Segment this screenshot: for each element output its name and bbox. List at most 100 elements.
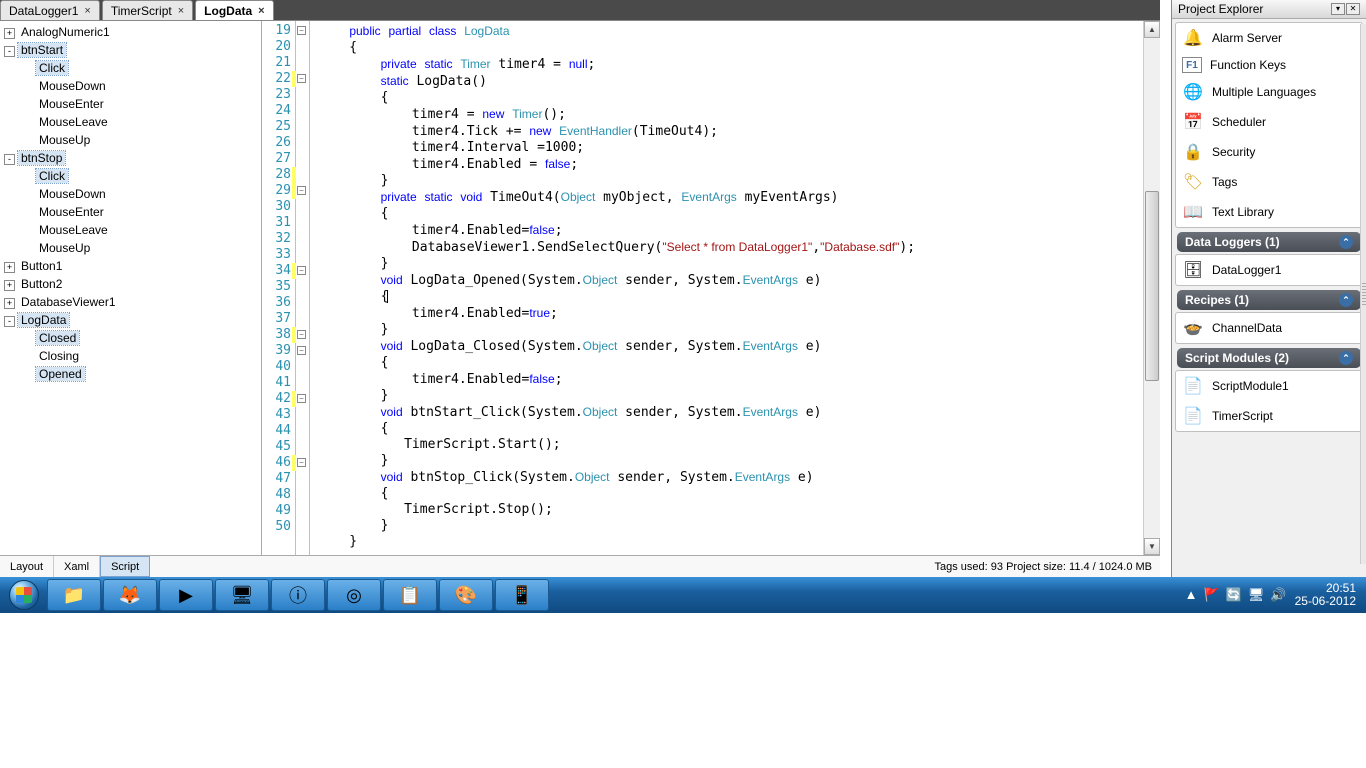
scroll-up-button[interactable]: ▲ — [1144, 21, 1160, 38]
chevron-up-icon[interactable]: ⌃ — [1339, 235, 1353, 249]
tree-item[interactable]: MouseDown — [22, 77, 257, 95]
tree-item[interactable]: +AnalogNumeric1 — [4, 23, 257, 41]
group-header[interactable]: Recipes (1)⌃ — [1177, 290, 1361, 310]
outline-tree[interactable]: +AnalogNumeric1-btnStartClickMouseDownMo… — [0, 21, 262, 555]
document-tab[interactable]: DataLogger1× — [0, 0, 100, 20]
document-tab[interactable]: TimerScript× — [102, 0, 193, 20]
chevron-up-icon[interactable]: ⌃ — [1339, 293, 1353, 307]
close-icon[interactable]: × — [258, 5, 264, 17]
group-header[interactable]: Script Modules (2)⌃ — [1177, 348, 1361, 368]
tree-item[interactable]: +DatabaseViewer1 — [4, 293, 257, 311]
explorer-item[interactable]: 🍲ChannelData — [1176, 313, 1362, 343]
tree-label[interactable]: MouseLeave — [36, 115, 111, 129]
fold-icon[interactable]: − — [297, 26, 306, 35]
panel-menu-button[interactable]: ▾ — [1331, 3, 1345, 15]
tray-icon[interactable]: 🖥 — [1248, 587, 1265, 603]
taskbar-button[interactable]: 📋 — [383, 579, 437, 611]
panel-title[interactable]: Project Explorer ▾ ✕ — [1172, 0, 1366, 19]
fold-icon[interactable]: − — [297, 330, 306, 339]
explorer-item[interactable]: 🔔Alarm Server — [1176, 23, 1362, 53]
taskbar-button[interactable]: 🦊 — [103, 579, 157, 611]
code-editor[interactable]: 19 20 21 22 23 24 25 26 27 28 29 30 31 3… — [262, 21, 1160, 555]
fold-icon[interactable]: − — [297, 186, 306, 195]
tree-label[interactable]: Button2 — [18, 277, 65, 291]
tree-item[interactable]: MouseLeave — [22, 113, 257, 131]
tree-label[interactable]: Opened — [36, 367, 85, 381]
explorer-item[interactable]: F1Function Keys — [1176, 53, 1362, 77]
view-tab[interactable]: Script — [100, 556, 150, 577]
fold-icon[interactable]: − — [297, 266, 306, 275]
explorer-item[interactable]: 📖Text Library — [1176, 197, 1362, 227]
document-tab[interactable]: LogData× — [195, 0, 273, 20]
tray-icon[interactable]: 🔊 — [1270, 587, 1286, 603]
explorer-item[interactable]: 📄ScriptModule1 — [1176, 371, 1362, 401]
code-area[interactable]: public partial class LogData { private s… — [310, 21, 1143, 555]
explorer-item[interactable]: 🌐Multiple Languages — [1176, 77, 1362, 107]
taskbar-button[interactable]: ⓘ — [271, 579, 325, 611]
expand-icon[interactable]: + — [4, 280, 15, 291]
tree-item[interactable]: Opened — [22, 365, 257, 383]
tree-item[interactable]: MouseEnter — [22, 95, 257, 113]
clock[interactable]: 20:51 25-06-2012 — [1295, 582, 1356, 608]
system-tray[interactable]: ▲ 🚩 🔄 🖥 🔊 20:51 25-06-2012 — [1185, 582, 1366, 608]
tree-item[interactable]: -LogData — [4, 311, 257, 329]
panel-body[interactable]: 🔔Alarm ServerF1Function Keys🌐Multiple La… — [1172, 19, 1366, 577]
chevron-up-icon[interactable]: ⌃ — [1339, 351, 1353, 365]
tree-item[interactable]: -btnStop — [4, 149, 257, 167]
start-button[interactable] — [2, 578, 46, 612]
taskbar-button[interactable]: 📱 — [495, 579, 549, 611]
tree-label[interactable]: MouseUp — [36, 133, 93, 147]
tree-label[interactable]: btnStop — [18, 151, 65, 165]
tree-label[interactable]: DatabaseViewer1 — [18, 295, 119, 309]
view-tab[interactable]: Layout — [0, 556, 54, 577]
close-icon[interactable]: × — [84, 5, 90, 17]
tree-item[interactable]: Click — [22, 59, 257, 77]
taskbar-button[interactable]: ◎ — [327, 579, 381, 611]
explorer-item[interactable]: 🔒Security — [1176, 137, 1362, 167]
expand-icon[interactable]: - — [4, 154, 15, 165]
explorer-item[interactable]: 🗄DataLogger1 — [1176, 255, 1362, 285]
tree-item[interactable]: MouseEnter — [22, 203, 257, 221]
explorer-item[interactable]: 📄TimerScript — [1176, 401, 1362, 431]
tree-label[interactable]: Closing — [36, 349, 82, 363]
tree-item[interactable]: Closing — [22, 347, 257, 365]
tree-item[interactable]: Click — [22, 167, 257, 185]
tree-label[interactable]: Click — [36, 169, 68, 183]
fold-icon[interactable]: − — [297, 394, 306, 403]
taskbar-button[interactable]: 🎨 — [439, 579, 493, 611]
expand-icon[interactable]: + — [4, 28, 15, 39]
expand-icon[interactable]: - — [4, 46, 15, 57]
tree-label[interactable]: AnalogNumeric1 — [18, 25, 113, 39]
tree-label[interactable]: btnStart — [18, 43, 66, 57]
fold-icon[interactable]: − — [297, 346, 306, 355]
tree-label[interactable]: Click — [36, 61, 68, 75]
view-tab[interactable]: Xaml — [54, 556, 100, 577]
tree-item[interactable]: MouseDown — [22, 185, 257, 203]
tree-label[interactable]: Closed — [36, 331, 79, 345]
expand-icon[interactable]: - — [4, 316, 15, 327]
tray-icon[interactable]: 🚩 — [1204, 587, 1220, 603]
tray-icon[interactable]: ▲ — [1185, 587, 1198, 603]
tree-item[interactable]: Closed — [22, 329, 257, 347]
tree-label[interactable]: Button1 — [18, 259, 65, 273]
tree-label[interactable]: MouseDown — [36, 187, 109, 201]
explorer-item[interactable]: 🏷Tags — [1176, 167, 1362, 197]
close-icon[interactable]: × — [178, 5, 184, 17]
tree-label[interactable]: MouseDown — [36, 79, 109, 93]
tree-label[interactable]: MouseUp — [36, 241, 93, 255]
scroll-down-button[interactable]: ▼ — [1144, 538, 1160, 555]
taskbar-button[interactable]: ▶ — [159, 579, 213, 611]
fold-icon[interactable]: − — [297, 74, 306, 83]
tree-item[interactable]: +Button2 — [4, 275, 257, 293]
fold-margin[interactable]: −−−−−−−− — [296, 21, 310, 555]
scroll-thumb[interactable] — [1145, 191, 1159, 381]
expand-icon[interactable]: + — [4, 298, 15, 309]
tree-item[interactable]: MouseUp — [22, 239, 257, 257]
tree-item[interactable]: MouseLeave — [22, 221, 257, 239]
tree-item[interactable]: -btnStart — [4, 41, 257, 59]
tree-label[interactable]: MouseEnter — [36, 205, 107, 219]
tree-label[interactable]: LogData — [18, 313, 69, 327]
tree-item[interactable]: +Button1 — [4, 257, 257, 275]
tray-icon[interactable]: 🔄 — [1226, 587, 1242, 603]
vertical-scrollbar[interactable]: ▲ ▼ — [1143, 21, 1160, 555]
